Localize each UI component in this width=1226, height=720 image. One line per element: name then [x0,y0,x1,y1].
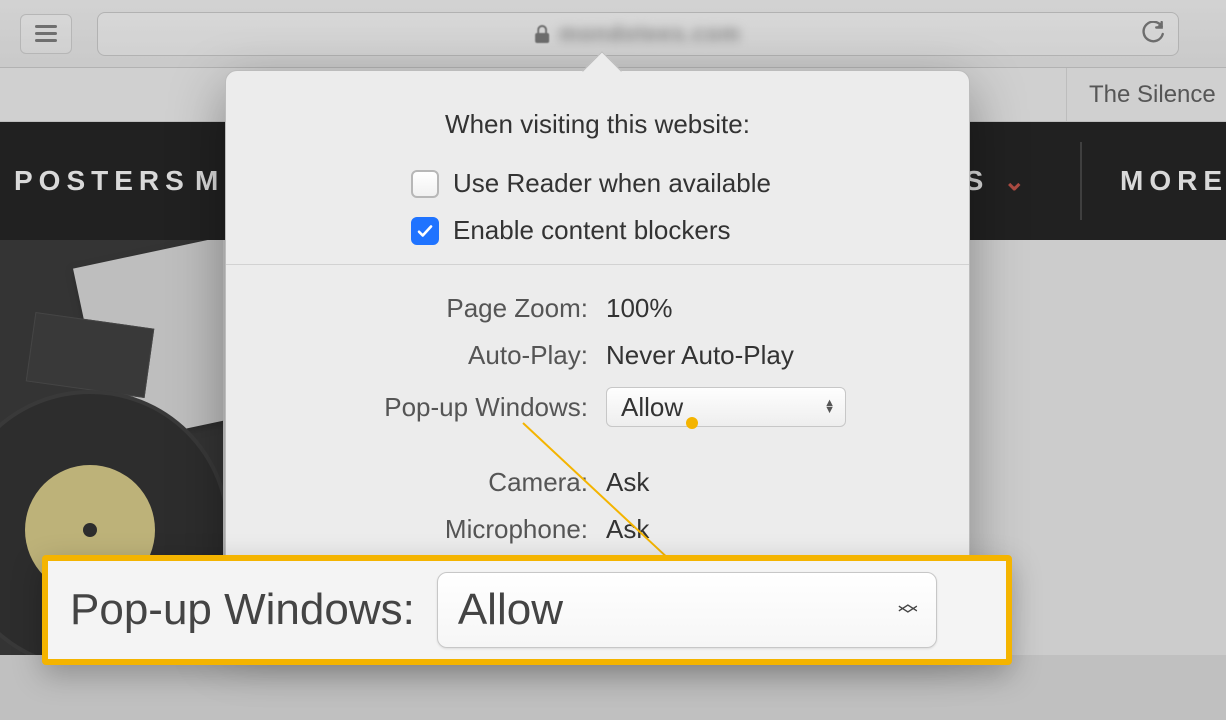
microphone-label: Microphone: [226,514,588,545]
lock-icon [535,25,549,43]
auto-play-value[interactable]: Never Auto-Play [606,340,936,371]
checkbox-use-reader-label: Use Reader when available [453,168,771,199]
popup-windows-label: Pop-up Windows: [226,392,588,423]
popup-windows-value: Allow [621,392,683,423]
callout-value: Allow [458,585,563,635]
nav-item-more[interactable]: MORE [1120,165,1226,197]
nav-separator [1080,142,1082,220]
tab-label: The Silence [1089,81,1216,109]
auto-play-label: Auto-Play: [226,340,588,371]
annotation-callout: Pop-up Windows: Allow ︿﹀ [42,555,1012,665]
select-stepper-icon: ▲▼ [824,400,835,414]
tab-other[interactable]: The Silence [1066,68,1226,121]
browser-toolbar: mondotees.com [0,0,1226,68]
select-stepper-icon: ︿﹀ [898,598,918,622]
website-settings-popover: When visiting this website: Use Reader w… [225,70,970,630]
page-zoom-value[interactable]: 100% [606,293,936,324]
callout-select[interactable]: Allow ︿﹀ [437,572,937,648]
camera-label: Camera: [226,467,588,498]
checkbox-content-blockers[interactable] [411,217,439,245]
checkbox-content-blockers-label: Enable content blockers [453,215,731,246]
nav-item-partial-m[interactable]: M [195,165,224,197]
url-bar[interactable]: mondotees.com [97,12,1179,56]
chevron-down-icon: ⌄ [1003,166,1031,197]
camera-value[interactable]: Ask [606,467,936,498]
popover-title: When visiting this website: [226,109,969,140]
url-host: mondotees.com [559,21,741,47]
nav-item-posters[interactable]: POSTERS [14,165,190,197]
microphone-value[interactable]: Ask [606,514,936,545]
annotation-dot [686,417,698,429]
reload-icon[interactable] [1140,21,1166,47]
callout-label: Pop-up Windows: [70,585,415,635]
popover-divider [226,264,969,265]
checkbox-use-reader[interactable] [411,170,439,198]
popup-windows-select[interactable]: Allow ▲▼ [606,387,846,427]
page-zoom-label: Page Zoom: [226,293,588,324]
sidebar-toggle-button[interactable] [20,14,72,54]
